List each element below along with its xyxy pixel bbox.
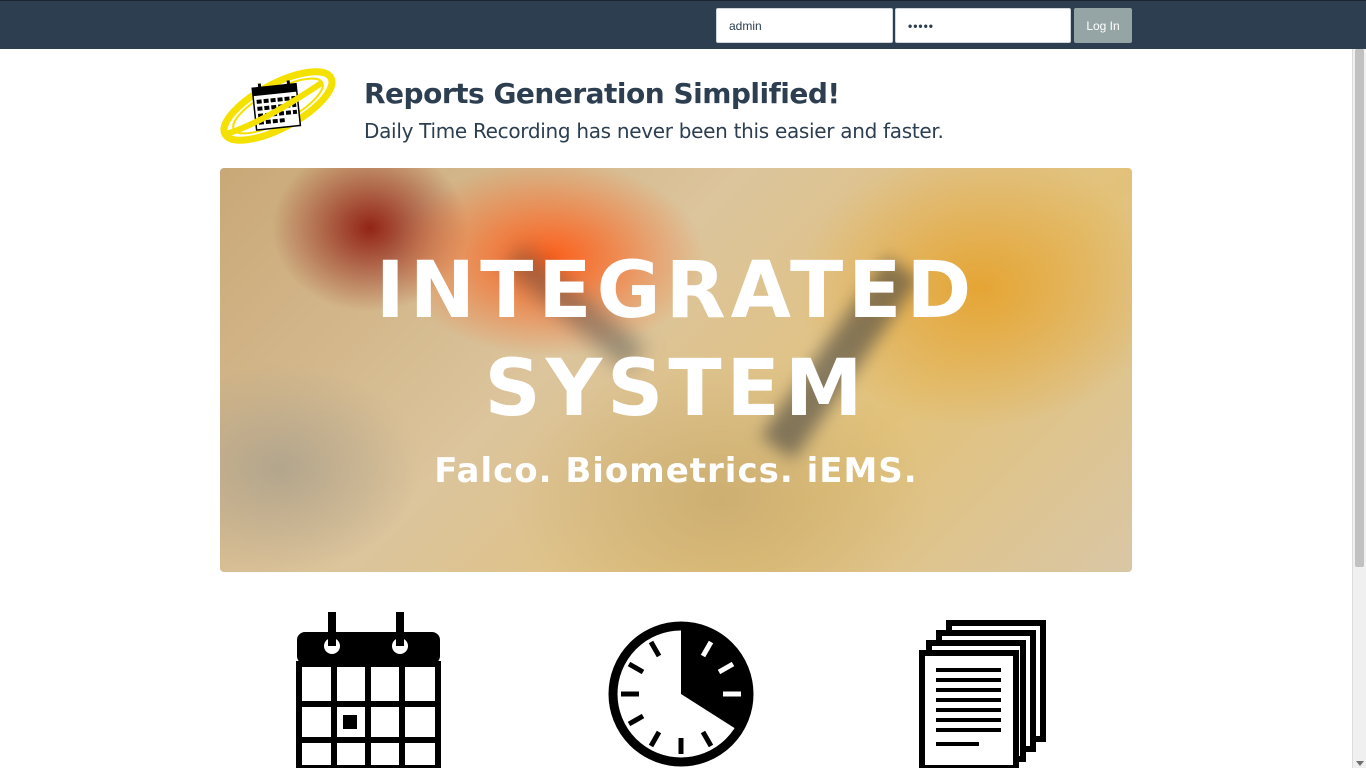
calendar-icon — [296, 612, 441, 768]
top-navbar: Log In — [0, 0, 1366, 49]
page-subtitle: Daily Time Recording has never been this… — [364, 119, 944, 143]
banner-line-2: SYSTEM — [484, 344, 868, 434]
clock-icon — [608, 621, 754, 767]
username-input[interactable] — [716, 8, 893, 43]
hero-banner: INTEGRATED SYSTEM Falco. Biometrics. iEM… — [220, 168, 1132, 572]
scrollbar-thumb[interactable] — [1355, 49, 1364, 567]
password-input[interactable] — [895, 8, 1071, 43]
page-title: Reports Generation Simplified! — [364, 77, 840, 110]
banner-line-1: INTEGRATED — [375, 246, 977, 336]
banner-tagline: Falco. Biometrics. iEMS. — [434, 451, 918, 491]
page-scrollbar[interactable] — [1352, 49, 1366, 768]
login-button[interactable]: Log In — [1074, 8, 1132, 43]
documents-icon — [919, 620, 1046, 768]
logo-calendar-orbit-icon — [220, 68, 336, 144]
scroll-down-arrow-icon[interactable] — [1356, 761, 1364, 766]
